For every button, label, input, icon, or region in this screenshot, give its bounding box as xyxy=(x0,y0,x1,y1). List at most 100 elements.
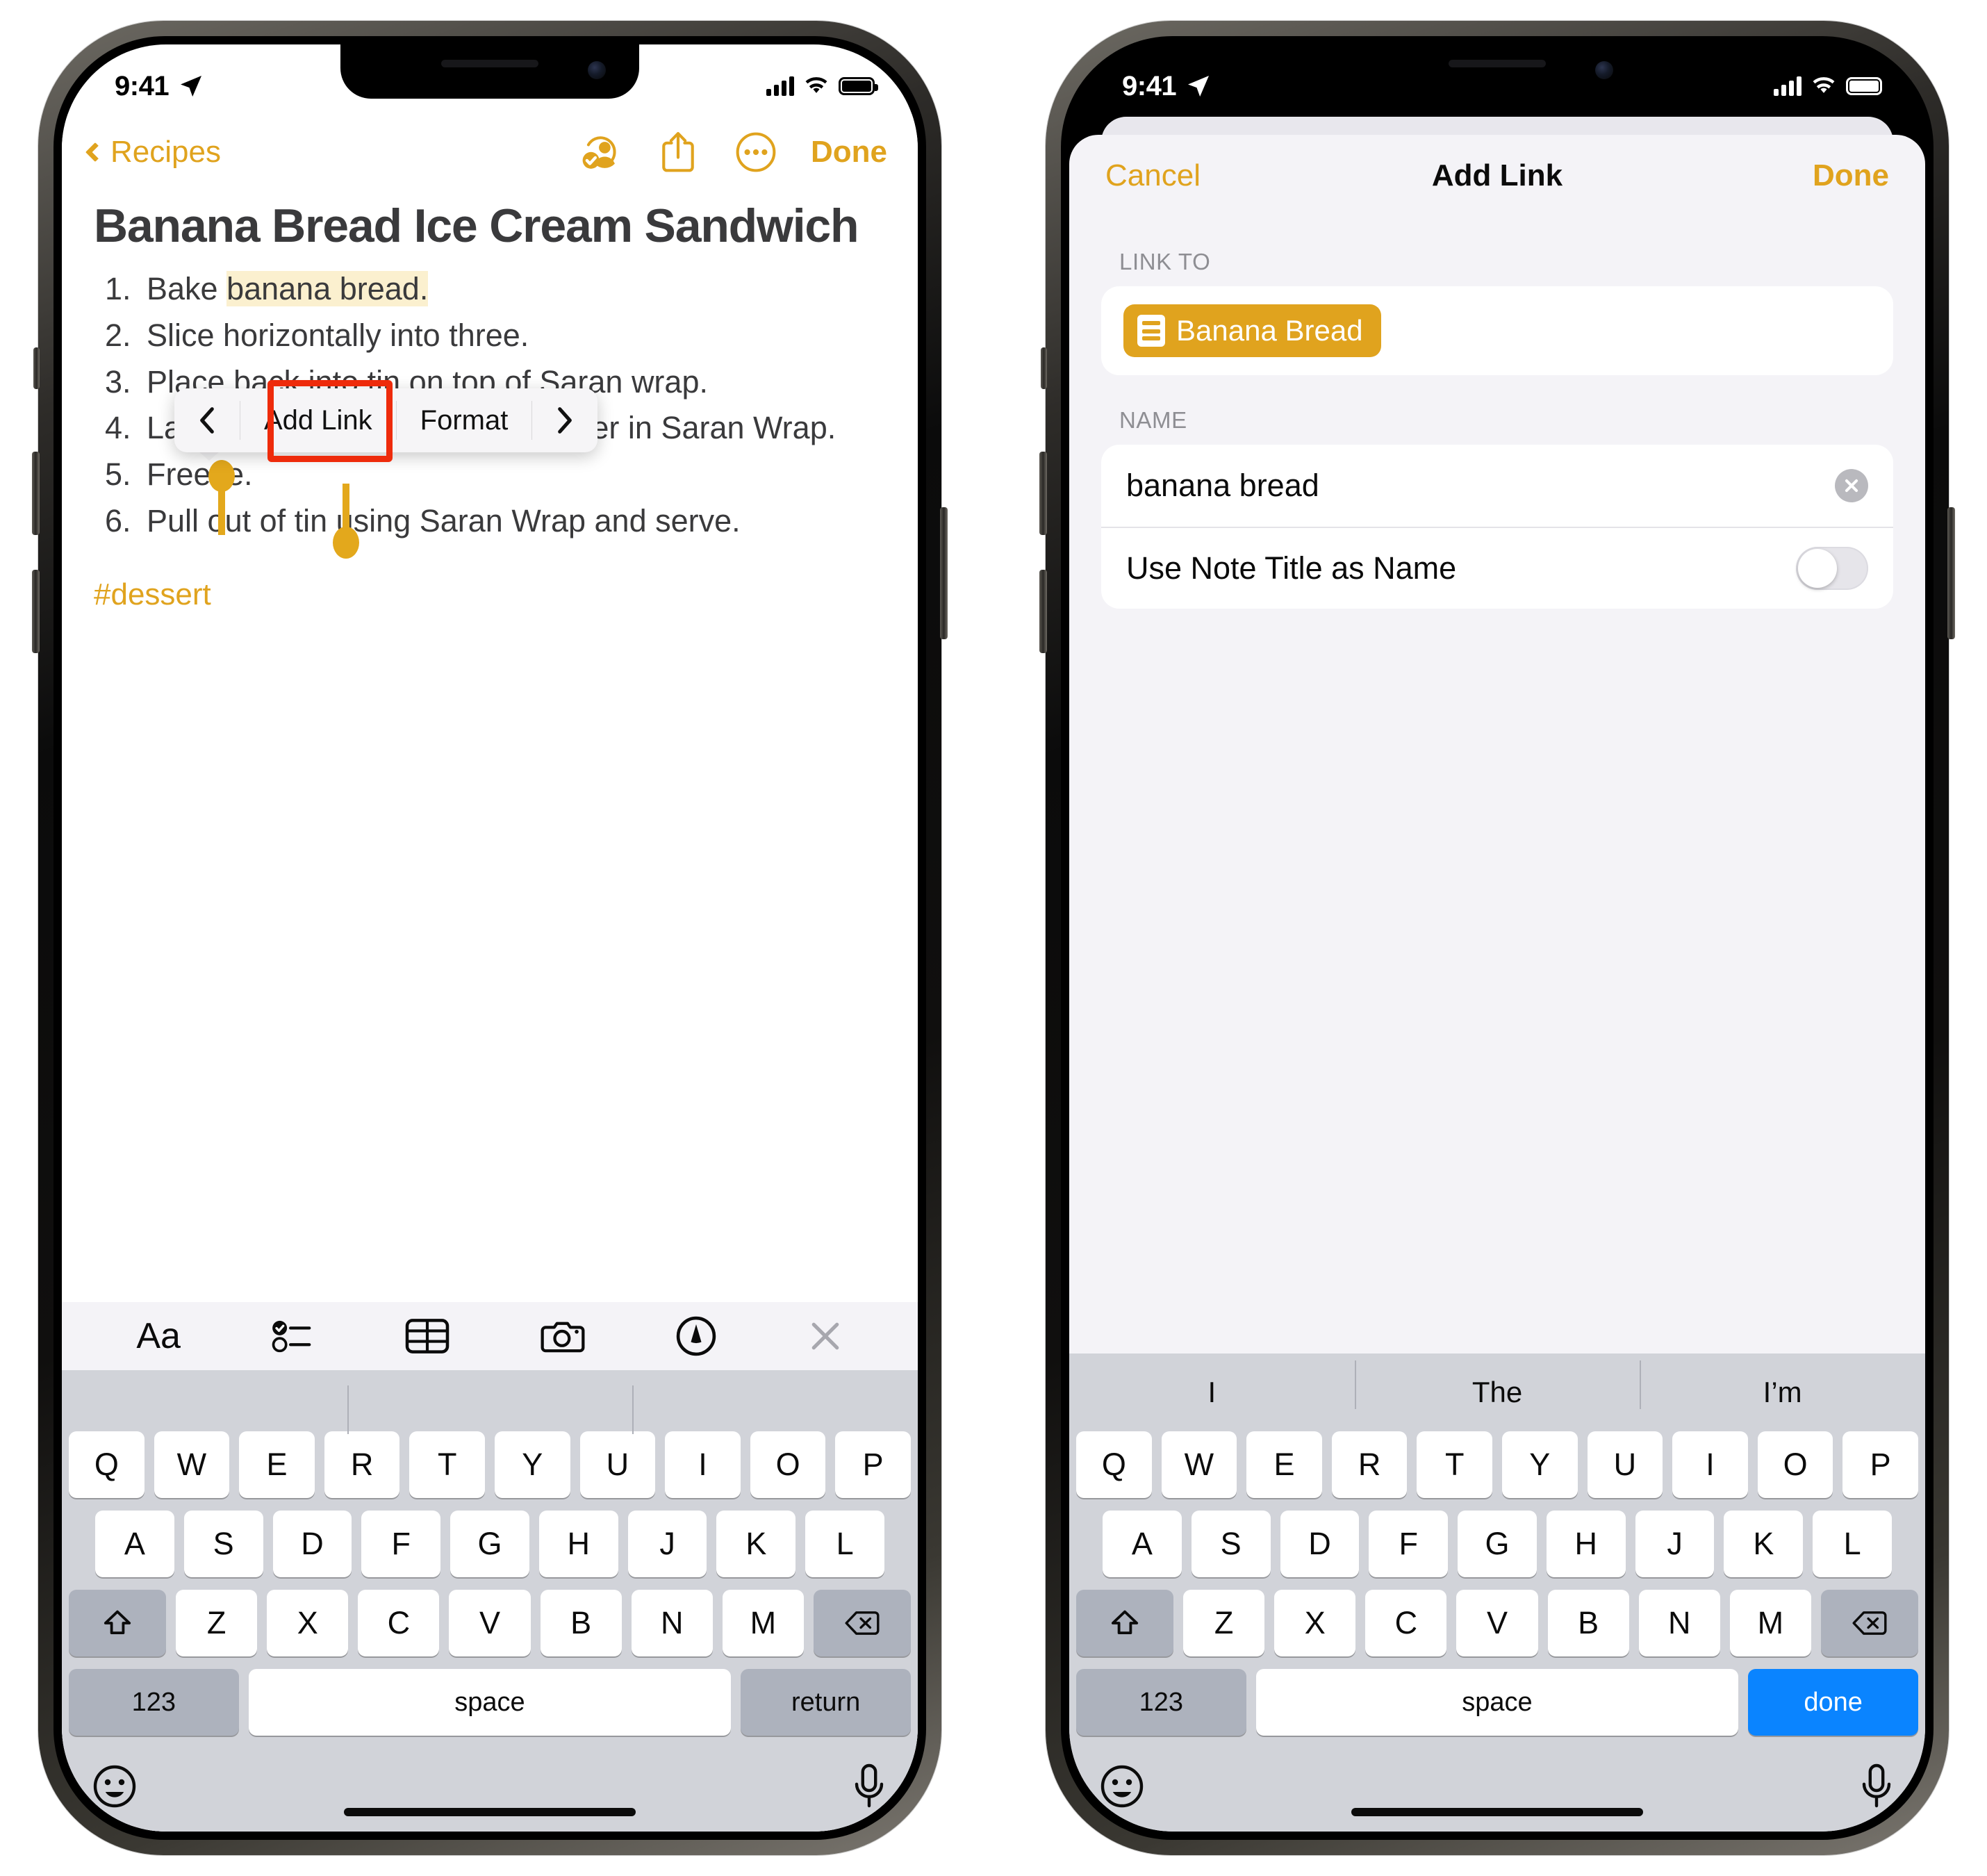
space-key[interactable]: space xyxy=(248,1669,732,1736)
key-n[interactable]: N xyxy=(1638,1590,1720,1656)
key-y[interactable]: Y xyxy=(495,1431,570,1498)
key-w[interactable]: W xyxy=(1161,1431,1237,1498)
key-b[interactable]: B xyxy=(540,1590,622,1656)
microphone-icon[interactable] xyxy=(1858,1763,1895,1810)
backspace-key[interactable] xyxy=(1820,1590,1918,1656)
power-button[interactable] xyxy=(1947,507,1955,639)
key-k[interactable]: K xyxy=(1724,1511,1804,1577)
volume-up-button[interactable] xyxy=(32,452,40,535)
use-note-title-toggle[interactable] xyxy=(1796,547,1868,590)
link-to-card[interactable]: Banana Bread xyxy=(1101,286,1893,375)
note-hashtag[interactable]: #dessert xyxy=(94,577,886,612)
key-c[interactable]: C xyxy=(1365,1590,1447,1656)
popup-prev-button[interactable] xyxy=(174,388,240,452)
key-a[interactable]: A xyxy=(94,1511,174,1577)
key-y[interactable]: Y xyxy=(1502,1431,1578,1498)
prediction-1[interactable]: I xyxy=(1069,1376,1355,1409)
selection-start-handle[interactable] xyxy=(218,484,225,535)
prediction-2[interactable]: The xyxy=(1354,1360,1640,1409)
return-key[interactable]: return xyxy=(741,1669,911,1736)
done-button[interactable]: Done xyxy=(1813,158,1889,193)
key-p[interactable]: P xyxy=(1842,1431,1918,1498)
key-x[interactable]: X xyxy=(267,1590,349,1656)
prediction-3[interactable]: I’m xyxy=(1640,1360,1925,1409)
back-to-recipes-button[interactable]: Recipes xyxy=(85,135,221,170)
key-i[interactable]: I xyxy=(665,1431,741,1498)
link-target-chip[interactable]: Banana Bread xyxy=(1123,304,1381,357)
key-c[interactable]: C xyxy=(358,1590,440,1656)
volume-down-button[interactable] xyxy=(32,570,40,653)
more-circle-icon[interactable] xyxy=(734,131,777,174)
key-x[interactable]: X xyxy=(1274,1590,1356,1656)
add-people-icon[interactable] xyxy=(579,131,622,174)
home-indicator[interactable] xyxy=(344,1808,636,1816)
key-e[interactable]: E xyxy=(1246,1431,1322,1498)
key-t[interactable]: T xyxy=(1417,1431,1492,1498)
cancel-button[interactable]: Cancel xyxy=(1105,158,1201,193)
key-d[interactable]: D xyxy=(272,1511,352,1577)
key-s[interactable]: S xyxy=(183,1511,263,1577)
key-g[interactable]: G xyxy=(1458,1511,1537,1577)
key-v[interactable]: V xyxy=(449,1590,531,1656)
camera-icon[interactable] xyxy=(541,1318,585,1354)
key-l[interactable]: L xyxy=(1813,1511,1893,1577)
share-icon[interactable] xyxy=(658,130,698,174)
key-h[interactable]: H xyxy=(1546,1511,1626,1577)
volume-down-button[interactable] xyxy=(1039,570,1047,653)
emoji-icon[interactable] xyxy=(1100,1764,1144,1809)
numbers-key[interactable]: 123 xyxy=(1076,1669,1246,1736)
use-note-title-row[interactable]: Use Note Title as Name xyxy=(1101,527,1893,609)
key-o[interactable]: O xyxy=(750,1431,826,1498)
clear-text-icon[interactable] xyxy=(1835,469,1868,502)
volume-up-button[interactable] xyxy=(1039,452,1047,535)
key-u[interactable]: U xyxy=(579,1431,656,1498)
key-q[interactable]: Q xyxy=(1076,1431,1152,1498)
key-j[interactable]: J xyxy=(627,1511,707,1577)
close-icon[interactable] xyxy=(807,1318,843,1354)
key-f[interactable]: F xyxy=(361,1511,441,1577)
power-button[interactable] xyxy=(940,507,948,639)
table-icon[interactable] xyxy=(405,1317,450,1355)
selection-end-handle[interactable] xyxy=(343,484,349,535)
key-z[interactable]: Z xyxy=(1183,1590,1265,1656)
note-done-button[interactable]: Done xyxy=(811,135,887,170)
backspace-key[interactable] xyxy=(813,1590,911,1656)
key-f[interactable]: F xyxy=(1369,1511,1449,1577)
key-r[interactable]: R xyxy=(324,1431,400,1498)
key-p[interactable]: P xyxy=(835,1431,911,1498)
key-w[interactable]: W xyxy=(154,1431,230,1498)
numbers-key[interactable]: 123 xyxy=(69,1669,239,1736)
key-l[interactable]: L xyxy=(805,1511,885,1577)
key-z[interactable]: Z xyxy=(176,1590,258,1656)
mute-switch[interactable] xyxy=(1041,347,1047,389)
markup-pen-icon[interactable] xyxy=(676,1316,716,1356)
key-j[interactable]: J xyxy=(1635,1511,1715,1577)
shift-key[interactable] xyxy=(1076,1590,1173,1656)
key-m[interactable]: M xyxy=(722,1590,804,1656)
mute-switch[interactable] xyxy=(33,347,40,389)
checklist-icon[interactable] xyxy=(272,1318,315,1354)
key-b[interactable]: B xyxy=(1547,1590,1629,1656)
key-o[interactable]: O xyxy=(1757,1431,1833,1498)
key-t[interactable]: T xyxy=(409,1431,485,1498)
key-v[interactable]: V xyxy=(1456,1590,1538,1656)
name-field-row[interactable]: banana bread xyxy=(1101,445,1893,527)
key-m[interactable]: M xyxy=(1729,1590,1811,1656)
key-n[interactable]: N xyxy=(631,1590,713,1656)
key-s[interactable]: S xyxy=(1191,1511,1271,1577)
popup-next-button[interactable] xyxy=(532,388,597,452)
space-key[interactable]: space xyxy=(1255,1669,1739,1736)
key-k[interactable]: K xyxy=(716,1511,796,1577)
shift-key[interactable] xyxy=(69,1590,166,1656)
done-key[interactable]: done xyxy=(1748,1669,1918,1736)
key-a[interactable]: A xyxy=(1102,1511,1182,1577)
text-format-icon[interactable]: Aa xyxy=(136,1315,181,1357)
key-e[interactable]: E xyxy=(239,1431,315,1498)
key-r[interactable]: R xyxy=(1331,1431,1408,1498)
emoji-icon[interactable] xyxy=(92,1764,137,1809)
key-i[interactable]: I xyxy=(1672,1431,1748,1498)
key-d[interactable]: D xyxy=(1280,1511,1360,1577)
key-q[interactable]: Q xyxy=(69,1431,145,1498)
microphone-icon[interactable] xyxy=(851,1763,887,1810)
key-g[interactable]: G xyxy=(450,1511,529,1577)
